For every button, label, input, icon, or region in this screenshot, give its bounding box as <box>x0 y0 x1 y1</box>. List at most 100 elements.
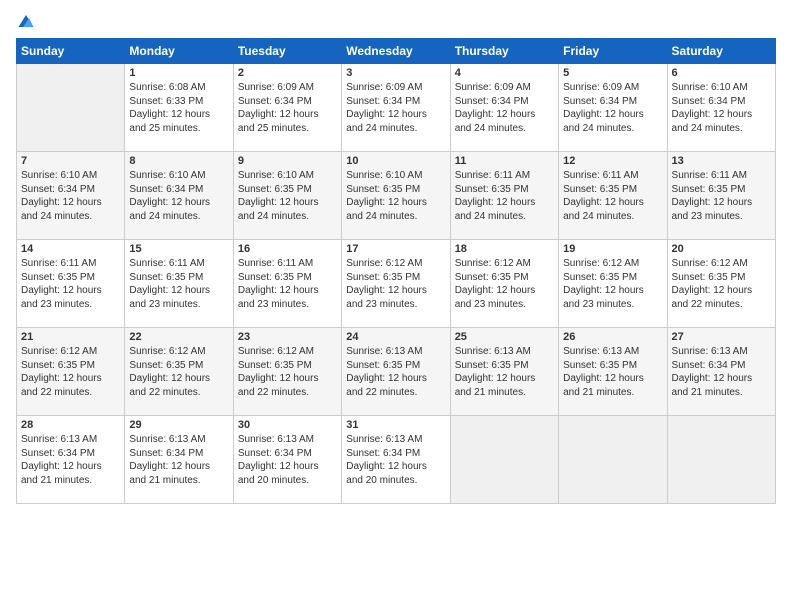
calendar-cell: 14Sunrise: 6:11 AM Sunset: 6:35 PM Dayli… <box>17 240 125 328</box>
day-info: Sunrise: 6:12 AM Sunset: 6:35 PM Dayligh… <box>238 345 337 399</box>
day-number: 20 <box>672 243 771 255</box>
calendar-week-row: 1Sunrise: 6:08 AM Sunset: 6:33 PM Daylig… <box>17 64 776 152</box>
day-number: 29 <box>129 419 228 431</box>
day-info: Sunrise: 6:13 AM Sunset: 6:35 PM Dayligh… <box>563 345 662 399</box>
day-number: 26 <box>563 331 662 343</box>
calendar-cell: 2 Sunrise: 6:09 AM Sunset: 6:34 PM Daylig… <box>233 64 341 152</box>
day-info: Sunrise: 6:13 AM Sunset: 6:34 PM Dayligh… <box>21 433 120 487</box>
calendar-cell: 24 Sunrise: 6:13 AM Sunset: 6:35 PM Dayli… <box>342 328 450 416</box>
day-number: 16 <box>238 243 337 255</box>
calendar-cell: 5 Sunrise: 6:09 AM Sunset: 6:34 PM Daylig… <box>559 64 667 152</box>
day-number: 10 <box>346 155 445 167</box>
calendar-week-row: 7 Sunrise: 6:10 AM Sunset: 6:34 PM Daylig… <box>17 152 776 240</box>
calendar-cell: 16 Sunrise: 6:11 AM Sunset: 6:35 PM Dayli… <box>233 240 341 328</box>
calendar-cell: 15Sunrise: 6:11 AM Sunset: 6:35 PM Dayli… <box>125 240 233 328</box>
calendar-day-header: Tuesday <box>233 39 341 64</box>
day-info: Sunrise: 6:11 AM Sunset: 6:35 PM Dayligh… <box>129 257 228 311</box>
day-info: Sunrise: 6:12 AM Sunset: 6:35 PM Dayligh… <box>672 257 771 311</box>
calendar-cell <box>450 416 558 504</box>
logo <box>16 12 37 30</box>
day-number: 7 <box>21 155 120 167</box>
calendar-cell: 17 Sunrise: 6:12 AM Sunset: 6:35 PM Dayli… <box>342 240 450 328</box>
day-info: Sunrise: 6:11 AM Sunset: 6:35 PM Dayligh… <box>238 257 337 311</box>
calendar-cell: 19 Sunrise: 6:12 AM Sunset: 6:35 PM Dayli… <box>559 240 667 328</box>
header <box>16 12 776 30</box>
day-info: Sunrise: 6:12 AM Sunset: 6:35 PM Dayligh… <box>129 345 228 399</box>
day-info: Sunrise: 6:11 AM Sunset: 6:35 PM Dayligh… <box>563 169 662 223</box>
calendar-day-header: Thursday <box>450 39 558 64</box>
calendar-cell: 30 Sunrise: 6:13 AM Sunset: 6:34 PM Dayli… <box>233 416 341 504</box>
day-number: 6 <box>672 67 771 79</box>
calendar-day-header: Monday <box>125 39 233 64</box>
day-info: Sunrise: 6:09 AM Sunset: 6:34 PM Dayligh… <box>563 81 662 135</box>
day-number: 11 <box>455 155 554 167</box>
day-info: Sunrise: 6:13 AM Sunset: 6:34 PM Dayligh… <box>346 433 445 487</box>
day-number: 14 <box>21 243 120 255</box>
day-number: 27 <box>672 331 771 343</box>
calendar-cell: 31 Sunrise: 6:13 AM Sunset: 6:34 PM Dayli… <box>342 416 450 504</box>
day-info: Sunrise: 6:10 AM Sunset: 6:34 PM Dayligh… <box>21 169 120 223</box>
calendar-cell: 11 Sunrise: 6:11 AM Sunset: 6:35 PM Dayli… <box>450 152 558 240</box>
day-number: 17 <box>346 243 445 255</box>
day-info: Sunrise: 6:12 AM Sunset: 6:35 PM Dayligh… <box>563 257 662 311</box>
day-number: 8 <box>129 155 228 167</box>
day-info: Sunrise: 6:12 AM Sunset: 6:35 PM Dayligh… <box>21 345 120 399</box>
calendar-cell: 7 Sunrise: 6:10 AM Sunset: 6:34 PM Daylig… <box>17 152 125 240</box>
calendar-cell: 10 Sunrise: 6:10 AM Sunset: 6:35 PM Dayli… <box>342 152 450 240</box>
calendar-cell: 3Sunrise: 6:09 AM Sunset: 6:34 PM Daylig… <box>342 64 450 152</box>
day-number: 19 <box>563 243 662 255</box>
calendar-cell: 4Sunrise: 6:09 AM Sunset: 6:34 PM Daylig… <box>450 64 558 152</box>
calendar-cell <box>667 416 775 504</box>
calendar-cell: 29 Sunrise: 6:13 AM Sunset: 6:34 PM Dayli… <box>125 416 233 504</box>
day-number: 25 <box>455 331 554 343</box>
day-number: 28 <box>21 419 120 431</box>
day-info: Sunrise: 6:13 AM Sunset: 6:35 PM Dayligh… <box>346 345 445 399</box>
day-info: Sunrise: 6:09 AM Sunset: 6:34 PM Dayligh… <box>238 81 337 135</box>
day-info: Sunrise: 6:11 AM Sunset: 6:35 PM Dayligh… <box>455 169 554 223</box>
day-info: Sunrise: 6:13 AM Sunset: 6:34 PM Dayligh… <box>129 433 228 487</box>
calendar-cell: 13 Sunrise: 6:11 AM Sunset: 6:35 PM Dayli… <box>667 152 775 240</box>
calendar-cell: 6 Sunrise: 6:10 AM Sunset: 6:34 PM Daylig… <box>667 64 775 152</box>
day-info: Sunrise: 6:13 AM Sunset: 6:34 PM Dayligh… <box>238 433 337 487</box>
calendar-cell: 23 Sunrise: 6:12 AM Sunset: 6:35 PM Dayli… <box>233 328 341 416</box>
calendar-cell <box>17 64 125 152</box>
calendar-day-header: Saturday <box>667 39 775 64</box>
calendar-cell: 9 Sunrise: 6:10 AM Sunset: 6:35 PM Daylig… <box>233 152 341 240</box>
day-number: 21 <box>21 331 120 343</box>
day-number: 12 <box>563 155 662 167</box>
calendar-cell: 27 Sunrise: 6:13 AM Sunset: 6:34 PM Dayli… <box>667 328 775 416</box>
day-number: 31 <box>346 419 445 431</box>
calendar-cell <box>559 416 667 504</box>
day-number: 3 <box>346 67 445 79</box>
day-number: 23 <box>238 331 337 343</box>
day-number: 13 <box>672 155 771 167</box>
calendar-cell: 1Sunrise: 6:08 AM Sunset: 6:33 PM Daylig… <box>125 64 233 152</box>
day-info: Sunrise: 6:13 AM Sunset: 6:34 PM Dayligh… <box>672 345 771 399</box>
day-info: Sunrise: 6:11 AM Sunset: 6:35 PM Dayligh… <box>672 169 771 223</box>
calendar-day-header: Sunday <box>17 39 125 64</box>
day-number: 2 <box>238 67 337 79</box>
calendar-day-header: Wednesday <box>342 39 450 64</box>
day-info: Sunrise: 6:10 AM Sunset: 6:35 PM Dayligh… <box>346 169 445 223</box>
day-info: Sunrise: 6:09 AM Sunset: 6:34 PM Dayligh… <box>455 81 554 135</box>
day-info: Sunrise: 6:10 AM Sunset: 6:34 PM Dayligh… <box>672 81 771 135</box>
day-info: Sunrise: 6:10 AM Sunset: 6:35 PM Dayligh… <box>238 169 337 223</box>
page: SundayMondayTuesdayWednesdayThursdayFrid… <box>0 0 792 612</box>
logo-icon <box>17 12 35 30</box>
calendar-cell: 22Sunrise: 6:12 AM Sunset: 6:35 PM Dayli… <box>125 328 233 416</box>
calendar-cell: 21 Sunrise: 6:12 AM Sunset: 6:35 PM Dayli… <box>17 328 125 416</box>
day-number: 5 <box>563 67 662 79</box>
day-info: Sunrise: 6:12 AM Sunset: 6:35 PM Dayligh… <box>346 257 445 311</box>
day-number: 9 <box>238 155 337 167</box>
calendar-cell: 25Sunrise: 6:13 AM Sunset: 6:35 PM Dayli… <box>450 328 558 416</box>
calendar-cell: 20 Sunrise: 6:12 AM Sunset: 6:35 PM Dayli… <box>667 240 775 328</box>
calendar-day-header: Friday <box>559 39 667 64</box>
day-info: Sunrise: 6:08 AM Sunset: 6:33 PM Dayligh… <box>129 81 228 135</box>
day-number: 30 <box>238 419 337 431</box>
day-number: 18 <box>455 243 554 255</box>
day-info: Sunrise: 6:12 AM Sunset: 6:35 PM Dayligh… <box>455 257 554 311</box>
day-number: 24 <box>346 331 445 343</box>
calendar-cell: 12 Sunrise: 6:11 AM Sunset: 6:35 PM Dayli… <box>559 152 667 240</box>
calendar-cell: 28 Sunrise: 6:13 AM Sunset: 6:34 PM Dayli… <box>17 416 125 504</box>
calendar-week-row: 21 Sunrise: 6:12 AM Sunset: 6:35 PM Dayli… <box>17 328 776 416</box>
